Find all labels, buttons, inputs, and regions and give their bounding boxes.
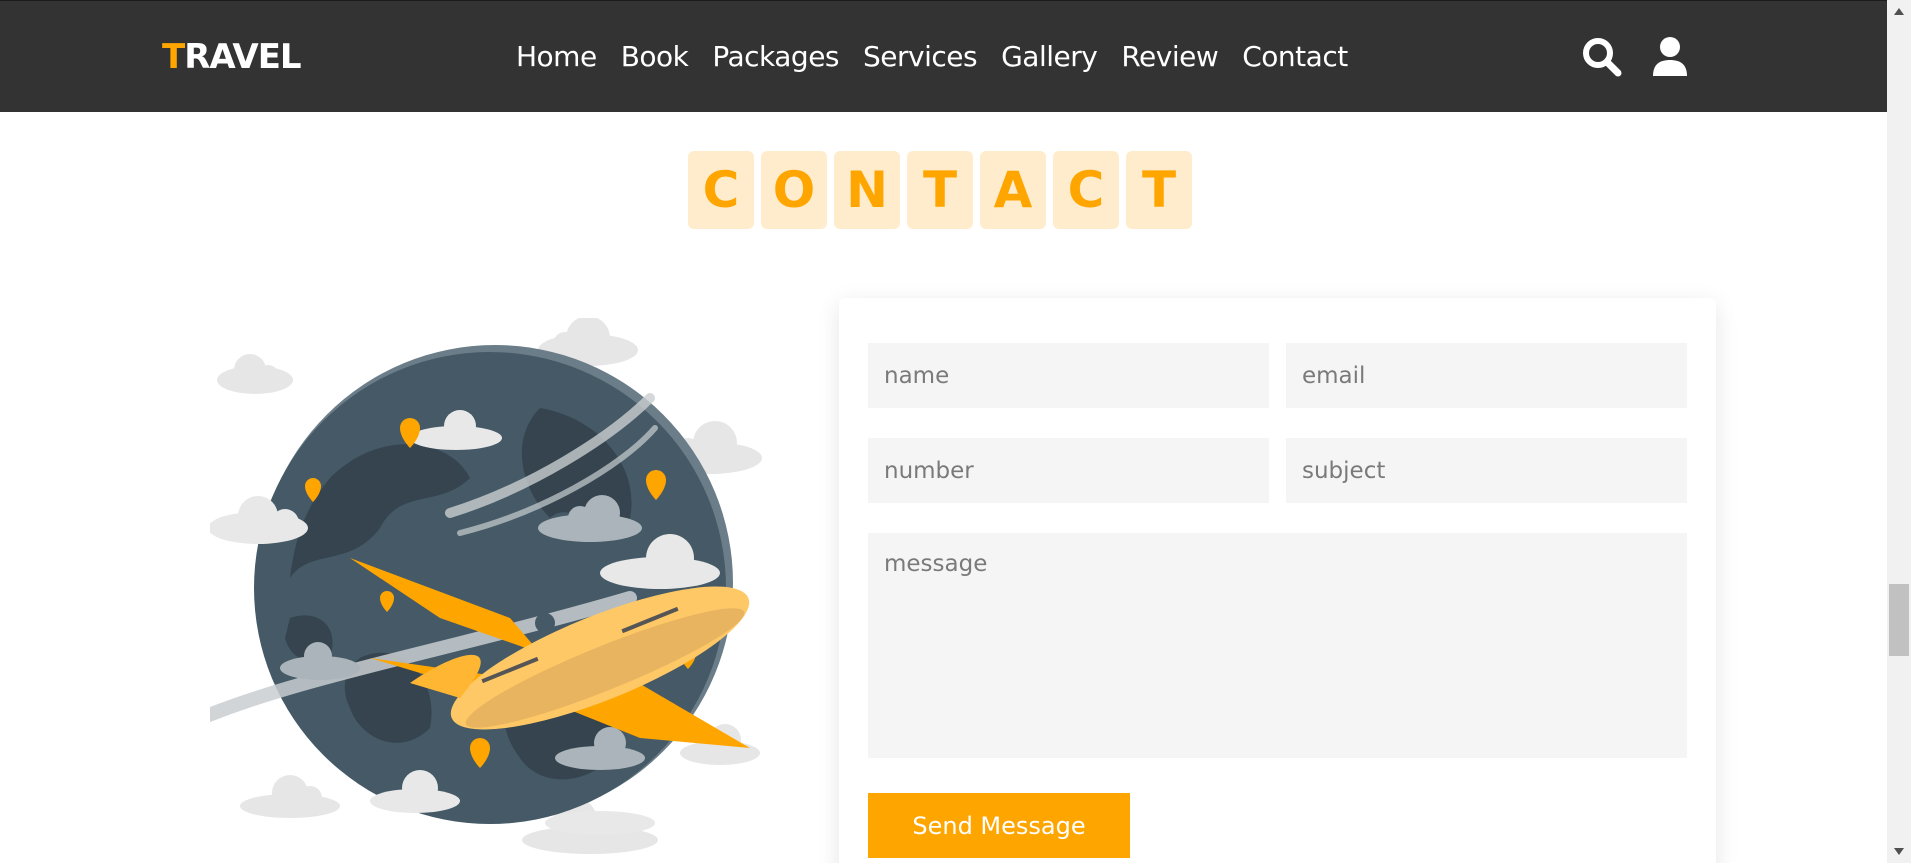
- heading-letter: C: [688, 151, 754, 229]
- main-nav: Home Book Packages Services Gallery Revi…: [516, 35, 1372, 79]
- heading-letter: N: [834, 151, 900, 229]
- subject-input[interactable]: [1286, 438, 1687, 503]
- vertical-scrollbar[interactable]: [1887, 0, 1911, 863]
- nav-gallery[interactable]: Gallery: [1001, 35, 1098, 79]
- heading-letter: T: [1126, 151, 1192, 229]
- nav-review[interactable]: Review: [1121, 35, 1218, 79]
- nav-home[interactable]: Home: [516, 35, 597, 79]
- nav-packages[interactable]: Packages: [712, 35, 839, 79]
- heading-letter: C: [1053, 151, 1119, 229]
- section-heading: C O N T A C T: [688, 151, 1199, 229]
- scroll-up-arrow-icon[interactable]: [1893, 6, 1905, 18]
- scrollbar-thumb[interactable]: [1889, 584, 1909, 656]
- heading-letter: A: [980, 151, 1046, 229]
- email-input[interactable]: [1286, 343, 1687, 408]
- heading-letter: O: [761, 151, 827, 229]
- search-icon[interactable]: [1580, 35, 1624, 79]
- site-header: TRAVEL Home Book Packages Services Galle…: [0, 0, 1887, 112]
- nav-book[interactable]: Book: [621, 35, 689, 79]
- logo[interactable]: TRAVEL: [162, 35, 302, 79]
- heading-letter: T: [907, 151, 973, 229]
- name-input[interactable]: [868, 343, 1269, 408]
- nav-services[interactable]: Services: [863, 35, 978, 79]
- globe-airplane-illustration: [183, 316, 770, 863]
- message-textarea[interactable]: [868, 533, 1687, 758]
- logo-first-letter: T: [162, 37, 185, 77]
- scroll-down-arrow-icon[interactable]: [1893, 845, 1905, 857]
- contact-form-card: Send Message: [839, 298, 1716, 863]
- page: TRAVEL Home Book Packages Services Galle…: [0, 0, 1887, 863]
- send-message-button[interactable]: Send Message: [868, 793, 1130, 858]
- user-icon[interactable]: [1648, 35, 1692, 79]
- nav-contact[interactable]: Contact: [1242, 35, 1348, 79]
- logo-text: RAVEL: [184, 37, 301, 77]
- number-input[interactable]: [868, 438, 1269, 503]
